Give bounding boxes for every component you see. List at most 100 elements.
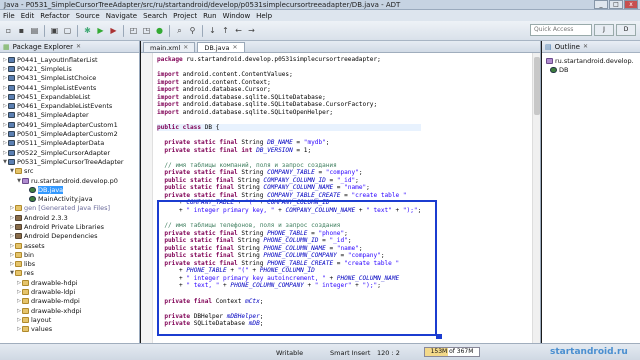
- debug-icon[interactable]: ✱: [82, 25, 93, 36]
- tree-item[interactable]: ▷ drawable-mdpi: [0, 297, 139, 306]
- menu-edit[interactable]: Edit: [21, 12, 35, 20]
- menu-navigate[interactable]: Navigate: [106, 12, 137, 20]
- code-token: android.content.Context;: [179, 78, 271, 86]
- save-icon[interactable]: ▪: [16, 25, 27, 36]
- editor-tab[interactable]: DB.java ✕: [197, 42, 245, 52]
- editor-tab[interactable]: main.xml ✕: [143, 42, 196, 52]
- tree-item[interactable]: DB.java: [0, 185, 139, 194]
- tree-item[interactable]: ▷ Android Private Libraries: [0, 222, 139, 231]
- tree-item[interactable]: ▷ P0491_SimpleAdapterCustom1: [0, 120, 139, 129]
- run-icon[interactable]: ▶: [95, 25, 106, 36]
- outline-item[interactable]: DB: [542, 65, 640, 74]
- tree-item[interactable]: ▷ P0522_SimpleCursorAdapter: [0, 148, 139, 157]
- outline-item[interactable]: ru.startandroid.develop.: [542, 56, 640, 65]
- close-tab-icon[interactable]: ✕: [183, 44, 188, 51]
- code-token: ;: [358, 169, 363, 177]
- menu-file[interactable]: File: [3, 12, 15, 20]
- open-type-icon[interactable]: ⌕: [174, 25, 185, 36]
- search-icon[interactable]: ⚲: [187, 25, 198, 36]
- new-class-icon[interactable]: ●: [154, 25, 165, 36]
- tree-item[interactable]: ▷ assets: [0, 241, 139, 250]
- project-icon: [8, 103, 15, 110]
- tree-item[interactable]: ▷ P0441_SimpleListEvents: [0, 83, 139, 92]
- code-token: COMPANY_TABLE_CREATE: [267, 191, 341, 199]
- minimize-button[interactable]: _: [594, 0, 608, 9]
- close-icon[interactable]: ✕: [583, 43, 588, 50]
- tree-item[interactable]: ▷ drawable-hdpi: [0, 278, 139, 287]
- menu-project[interactable]: Project: [173, 12, 197, 20]
- tree-item[interactable]: ▷ gen [Generated Java Files]: [0, 204, 139, 213]
- main-toolbar: ▫ ▪ ▤ ▣ ▢ ✱ ▶ ▶ ◰ ◳ ● ⌕ ⚲ ↓ ↑ ← → Quick …: [0, 21, 640, 41]
- code-token: =: [325, 176, 337, 184]
- editor-scrollbar[interactable]: [532, 53, 540, 343]
- tree-item[interactable]: ▷ P0421_SimpleLis: [0, 64, 139, 73]
- menu-run[interactable]: Run: [203, 12, 216, 20]
- scrollbar-thumb[interactable]: [534, 57, 540, 115]
- status-insert-mode: Smart Insert: [330, 349, 371, 357]
- sdk-manager-icon[interactable]: ▣: [49, 25, 60, 36]
- menu-source[interactable]: Source: [76, 12, 100, 20]
- tree-item[interactable]: ▷ P0451_ExpandableList: [0, 92, 139, 101]
- close-tab-icon[interactable]: ✕: [232, 44, 237, 51]
- tree-item[interactable]: ▼ src: [0, 167, 139, 176]
- prev-annotation-icon[interactable]: ↑: [220, 25, 231, 36]
- tree-item[interactable]: ▷ P0441_LayoutInflaterList: [0, 55, 139, 64]
- tree-item-label: P0431_SimpleListChoice: [17, 74, 97, 83]
- code-token: public static final: [164, 184, 235, 192]
- back-icon[interactable]: ←: [233, 25, 244, 36]
- tree-item[interactable]: MainActivity.java: [0, 194, 139, 203]
- avd-manager-icon[interactable]: ▢: [62, 25, 73, 36]
- code-token: public static final: [164, 176, 235, 184]
- tree-item[interactable]: ▷ P0431_SimpleListChoice: [0, 74, 139, 83]
- tree-item[interactable]: ▼ res: [0, 269, 139, 278]
- menu-refactor[interactable]: Refactor: [40, 12, 69, 20]
- tree-item[interactable]: ▷ P0511_SimpleAdapterData: [0, 139, 139, 148]
- tree-item-label: P0481_SimpleAdapter: [17, 111, 89, 120]
- outline-title[interactable]: Outline: [555, 43, 580, 51]
- tree-item[interactable]: ▷ libs: [0, 260, 139, 269]
- new-package-icon[interactable]: ◳: [141, 25, 152, 36]
- tree-item[interactable]: ▷ Android Dependencies: [0, 232, 139, 241]
- tree-item[interactable]: ▼ ru.startandroid.develop.p0: [0, 176, 139, 185]
- heap-status[interactable]: 153M of 367M: [424, 347, 480, 357]
- menu-help[interactable]: Help: [256, 12, 272, 20]
- tree-item[interactable]: ▼ P0531_SimpleCursorTreeAdapter: [0, 157, 139, 166]
- package-explorer-title[interactable]: Package Explorer: [13, 43, 73, 51]
- code-token: private static final: [164, 139, 238, 147]
- tree-item[interactable]: ▷ drawable-xhdpi: [0, 306, 139, 315]
- folder-icon: [22, 279, 29, 286]
- tree-item[interactable]: ▷ Android 2.3.3: [0, 213, 139, 222]
- forward-icon[interactable]: →: [246, 25, 257, 36]
- quick-access-input[interactable]: Quick Access: [530, 24, 592, 36]
- close-button[interactable]: x: [624, 0, 638, 9]
- tree-item[interactable]: ▷ bin: [0, 250, 139, 259]
- menu-search[interactable]: Search: [143, 12, 167, 20]
- tree-item[interactable]: ▷ layout: [0, 315, 139, 324]
- tree-item[interactable]: ▷ drawable-ldpi: [0, 287, 139, 296]
- external-tools-icon[interactable]: ▶: [108, 25, 119, 36]
- code-token: =: [314, 169, 326, 177]
- tree-item[interactable]: ▷ P0461_ExpandableListEvents: [0, 101, 139, 110]
- tree-item-label: DB.java: [38, 185, 64, 194]
- maximize-button[interactable]: □: [609, 0, 623, 9]
- tree-item[interactable]: ▷ values: [0, 325, 139, 334]
- tree-item-label: layout: [31, 315, 52, 324]
- code-token: private static final: [164, 191, 238, 199]
- perspective-java-button[interactable]: J: [594, 24, 614, 36]
- close-icon[interactable]: ✕: [76, 43, 81, 50]
- next-annotation-icon[interactable]: ↓: [207, 25, 218, 36]
- tree-item[interactable]: ▷ P0481_SimpleAdapter: [0, 111, 139, 120]
- menu-window[interactable]: Window: [223, 12, 251, 20]
- folder-icon: [22, 298, 29, 305]
- new-icon[interactable]: ▫: [3, 25, 14, 36]
- library-icon: [15, 233, 22, 240]
- perspective-debug-button[interactable]: D: [616, 24, 636, 36]
- project-icon: [8, 158, 15, 165]
- new-java-project-icon[interactable]: ◰: [128, 25, 139, 36]
- folder-icon: [22, 307, 29, 314]
- tree-item-label: drawable-hdpi: [31, 278, 78, 287]
- print-icon[interactable]: ▤: [29, 25, 40, 36]
- code-token: import: [157, 108, 180, 116]
- tree-item[interactable]: ▷ P0501_SimpleAdapterCustom2: [0, 129, 139, 138]
- code-line: import android.database.sqlite.SQLiteOpe…: [157, 109, 421, 117]
